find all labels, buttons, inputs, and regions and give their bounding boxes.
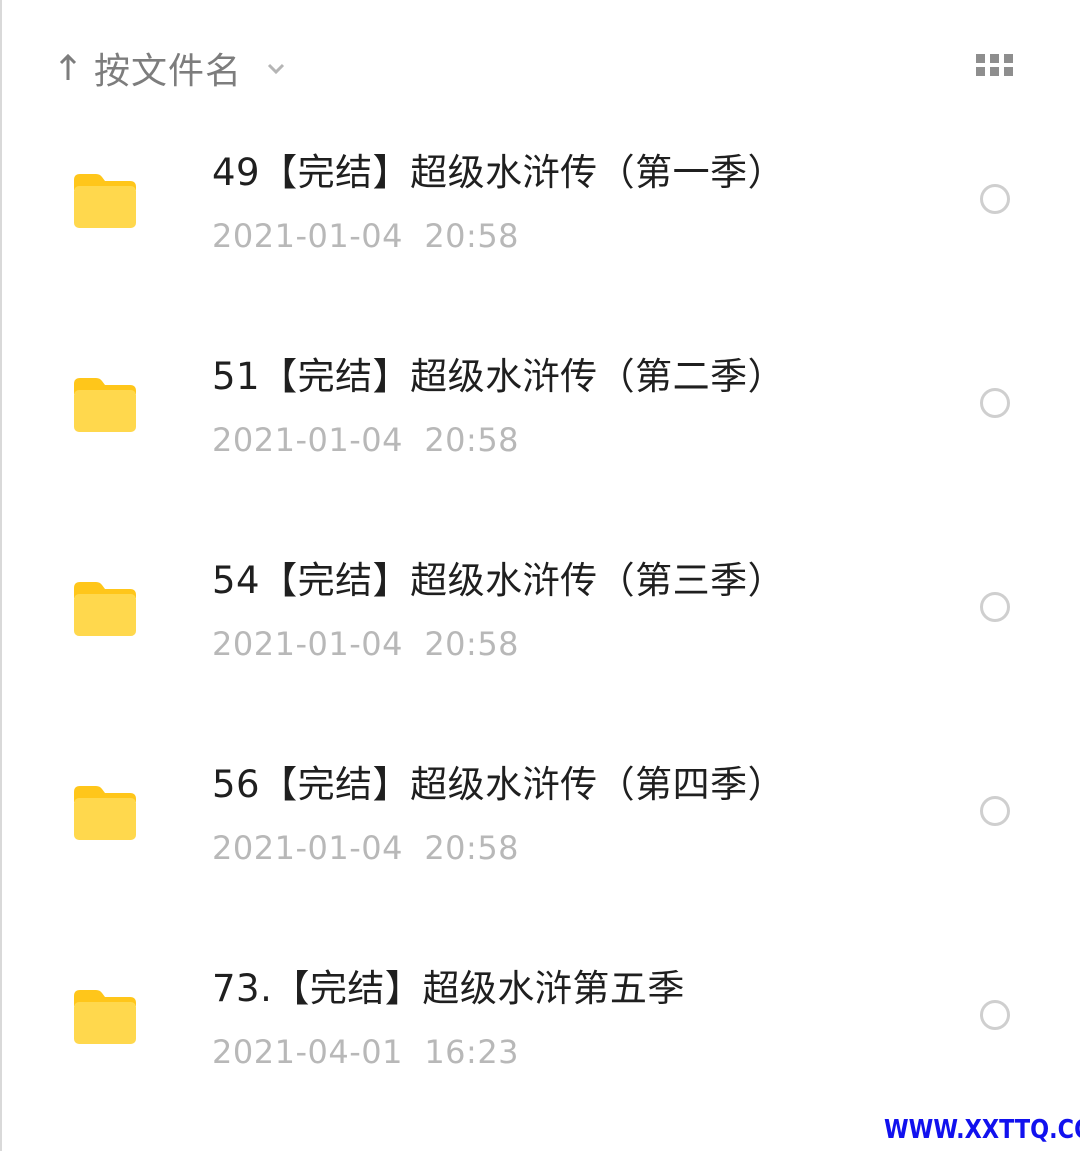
select-checkbox[interactable]	[980, 184, 1010, 214]
sort-by-filename-control[interactable]: 按文件名	[56, 40, 290, 96]
file-list: 49【完结】超级水浒传（第一季） 2021-01-04 20:58 51【完结】…	[0, 120, 1080, 1140]
folder-icon	[72, 988, 138, 1046]
file-date: 2021-01-04 20:58	[212, 421, 520, 459]
folder-icon	[72, 580, 138, 638]
file-name: 56【完结】超级水浒传（第四季）	[212, 763, 786, 806]
file-row[interactable]: 56【完结】超级水浒传（第四季） 2021-01-04 20:58	[0, 732, 1080, 936]
folder-icon	[72, 376, 138, 434]
folder-icon	[72, 784, 138, 842]
arrow-up-icon	[56, 52, 80, 84]
file-name: 49【完结】超级水浒传（第一季）	[212, 151, 786, 194]
file-row[interactable]: 73.【完结】超级水浒第五季 2021-04-01 16:23	[0, 936, 1080, 1140]
select-checkbox[interactable]	[980, 796, 1010, 826]
grid-view-toggle-button[interactable]	[976, 52, 1016, 80]
file-row[interactable]: 54【完结】超级水浒传（第三季） 2021-01-04 20:58	[0, 528, 1080, 732]
grid-view-icon	[976, 54, 1013, 76]
file-date: 2021-01-04 20:58	[212, 625, 520, 663]
file-date: 2021-04-01 16:23	[212, 1033, 520, 1071]
watermark-text: WWW.XXTTQ.COM	[884, 1115, 1080, 1145]
file-name: 51【完结】超级水浒传（第二季）	[212, 355, 786, 398]
file-date: 2021-01-04 20:58	[212, 829, 520, 867]
select-checkbox[interactable]	[980, 1000, 1010, 1030]
file-row[interactable]: 49【完结】超级水浒传（第一季） 2021-01-04 20:58	[0, 120, 1080, 324]
file-name: 73.【完结】超级水浒第五季	[212, 967, 685, 1010]
file-name: 54【完结】超级水浒传（第三季）	[212, 559, 786, 602]
select-checkbox[interactable]	[980, 388, 1010, 418]
chevron-down-icon	[262, 54, 290, 82]
file-row[interactable]: 51【完结】超级水浒传（第二季） 2021-01-04 20:58	[0, 324, 1080, 528]
folder-icon	[72, 172, 138, 230]
select-checkbox[interactable]	[980, 592, 1010, 622]
file-date: 2021-01-04 20:58	[212, 217, 520, 255]
sort-label: 按文件名	[94, 51, 243, 92]
